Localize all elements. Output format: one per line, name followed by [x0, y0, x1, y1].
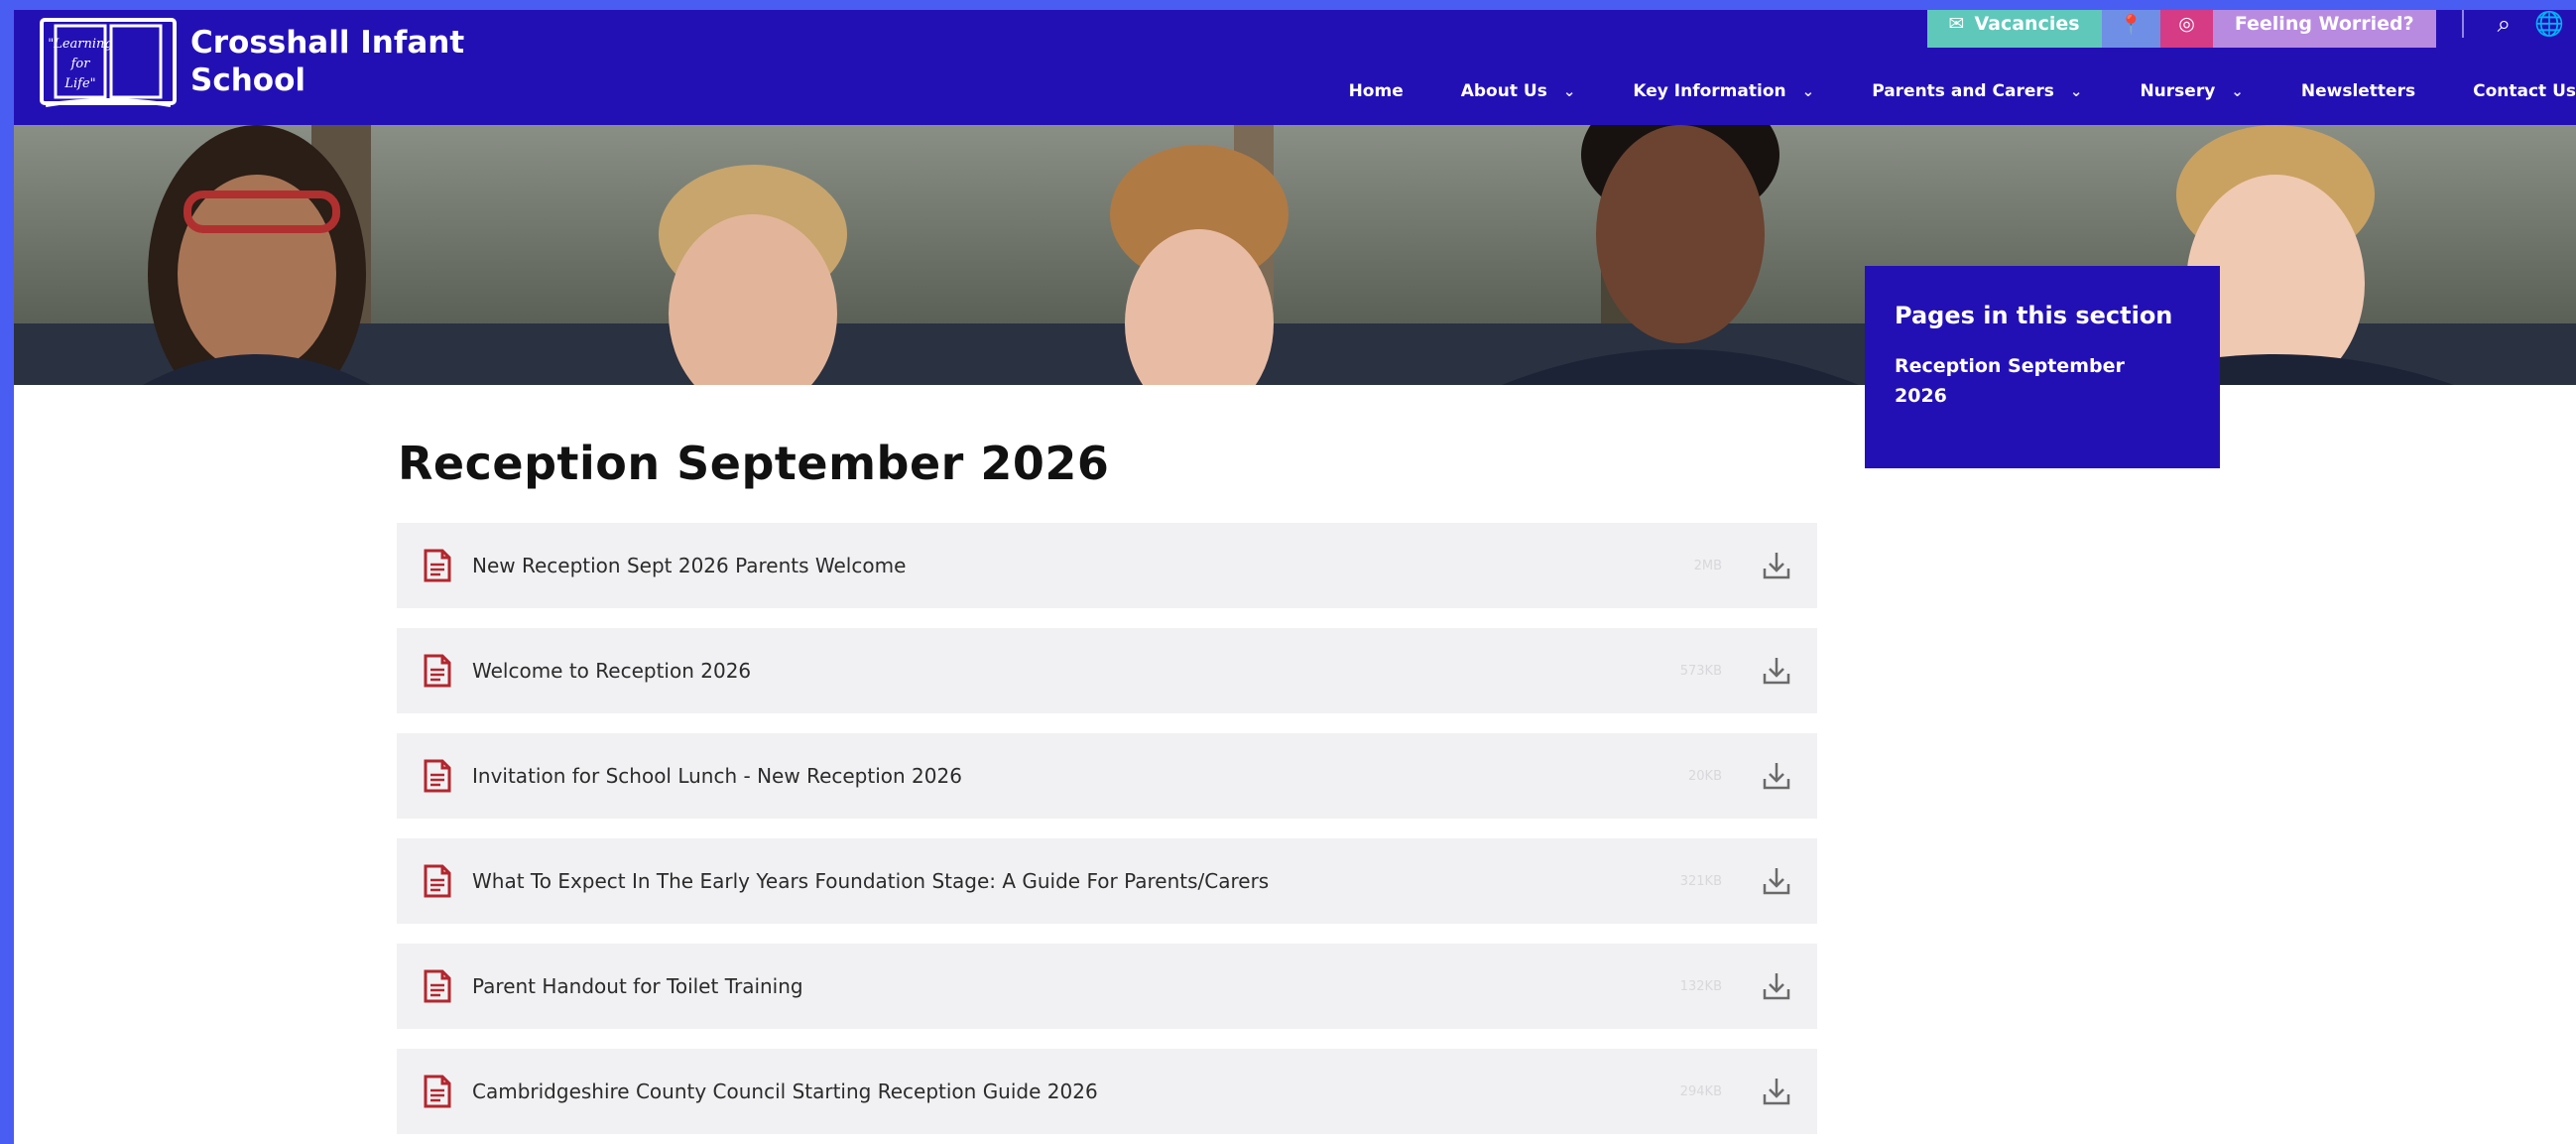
page-title: Reception September 2026: [398, 437, 1110, 490]
download-icon[interactable]: [1760, 549, 1793, 582]
document-name[interactable]: Welcome to Reception 2026: [472, 659, 751, 683]
pdf-file-icon: [423, 969, 452, 1003]
search-icon[interactable]: ⌕: [2486, 10, 2522, 38]
nav-label: Parents and Carers: [1872, 81, 2054, 101]
browser-page: "Learning for Life" Crosshall Infant Sch…: [14, 10, 2576, 1144]
chevron-down-icon: ⌄: [1562, 82, 1576, 100]
location-button[interactable]: 📍: [2101, 10, 2161, 48]
document-size: 20KB: [1688, 768, 1722, 784]
nav-about-us[interactable]: About Us ⌄: [1461, 81, 1576, 101]
nav-label: About Us: [1460, 81, 1547, 101]
utility-divider: [2461, 10, 2464, 38]
nav-label: Key Information: [1633, 81, 1786, 101]
section-link-reception[interactable]: Reception September 2026: [1895, 351, 2152, 411]
utility-bar: ✉ Vacancies 📍 ◎ Feeling Worried? ⌕ 🌐: [1926, 10, 2576, 48]
pdf-file-icon: [423, 864, 452, 898]
download-icon[interactable]: [1760, 759, 1793, 793]
instagram-icon: ◎: [2178, 13, 2195, 35]
map-pin-icon: 📍: [2119, 13, 2144, 36]
pdf-file-icon: [423, 759, 452, 793]
document-name[interactable]: Invitation for School Lunch - New Recept…: [472, 764, 962, 788]
document-list: New Reception Sept 2026 Parents Welcome …: [397, 523, 1817, 1144]
document-size: 573KB: [1679, 663, 1722, 679]
document-name[interactable]: Cambridgeshire County Council Starting R…: [472, 1080, 1098, 1103]
nav-home[interactable]: Home: [1349, 81, 1404, 101]
document-name[interactable]: Parent Handout for Toilet Training: [472, 974, 803, 998]
svg-text:Life": Life": [63, 76, 95, 91]
document-row[interactable]: What To Expect In The Early Years Founda…: [397, 838, 1817, 924]
document-size: 294KB: [1679, 1083, 1722, 1099]
envelope-icon: ✉: [1948, 13, 1965, 35]
feeling-worried-button[interactable]: Feeling Worried?: [2212, 10, 2436, 48]
document-row[interactable]: Cambridgeshire County Council Starting R…: [397, 1049, 1817, 1134]
main-nav: Home About Us ⌄ Key Information ⌄ Parents …: [1291, 71, 2576, 111]
pdf-file-icon: [423, 1075, 452, 1108]
document-row[interactable]: New Reception Sept 2026 Parents Welcome …: [397, 523, 1817, 608]
svg-text:"Learning: "Learning: [48, 37, 113, 52]
left-frame-stripe: [0, 0, 14, 1144]
document-row[interactable]: Welcome to Reception 2026 573KB: [397, 628, 1817, 713]
chevron-down-icon: ⌄: [2231, 82, 2244, 100]
vacancies-label: Vacancies: [1974, 13, 2080, 35]
download-icon[interactable]: [1760, 969, 1793, 1003]
download-icon[interactable]: [1760, 1075, 1793, 1108]
document-size: 132KB: [1679, 978, 1722, 994]
school-logo[interactable]: "Learning for Life": [36, 16, 181, 115]
nav-parents-and-carers[interactable]: Parents and Carers ⌄: [1872, 81, 2082, 101]
nav-label: Nursery: [2140, 81, 2216, 101]
document-size: 2MB: [1693, 558, 1722, 573]
nav-newsletters[interactable]: Newsletters: [2301, 81, 2415, 101]
nav-key-information[interactable]: Key Information ⌄: [1633, 81, 1814, 101]
download-icon[interactable]: [1760, 864, 1793, 898]
feeling-worried-label: Feeling Worried?: [2234, 13, 2414, 35]
book-logo-icon: "Learning for Life": [40, 18, 177, 107]
document-name[interactable]: What To Expect In The Early Years Founda…: [472, 869, 1269, 893]
nav-label: Home: [1348, 81, 1404, 101]
svg-text:for: for: [70, 57, 91, 71]
chevron-down-icon: ⌄: [1801, 82, 1815, 100]
download-icon[interactable]: [1760, 654, 1793, 688]
document-row[interactable]: Invitation for School Lunch - New Recept…: [397, 733, 1817, 819]
chevron-down-icon: ⌄: [2069, 82, 2083, 100]
nav-contact-us[interactable]: Contact Us: [2473, 81, 2576, 101]
document-name[interactable]: New Reception Sept 2026 Parents Welcome: [472, 554, 906, 577]
site-header: "Learning for Life" Crosshall Infant Sch…: [14, 10, 2576, 125]
pdf-file-icon: [423, 549, 452, 582]
nav-label: Newsletters: [2300, 81, 2416, 101]
school-name[interactable]: Crosshall Infant School: [190, 24, 488, 99]
nav-nursery[interactable]: Nursery ⌄: [2140, 81, 2243, 101]
nav-label: Contact Us: [2473, 81, 2576, 101]
pdf-file-icon: [423, 654, 452, 688]
document-size: 321KB: [1679, 873, 1722, 889]
pages-in-section-panel: Pages in this section Reception Septembe…: [1865, 266, 2220, 468]
vacancies-button[interactable]: ✉ Vacancies: [1926, 10, 2102, 48]
document-row[interactable]: Parent Handout for Toilet Training 132KB: [397, 944, 1817, 1029]
instagram-button[interactable]: ◎: [2160, 10, 2213, 48]
globe-icon[interactable]: 🌐: [2522, 10, 2576, 38]
section-panel-heading: Pages in this section: [1895, 302, 2173, 329]
